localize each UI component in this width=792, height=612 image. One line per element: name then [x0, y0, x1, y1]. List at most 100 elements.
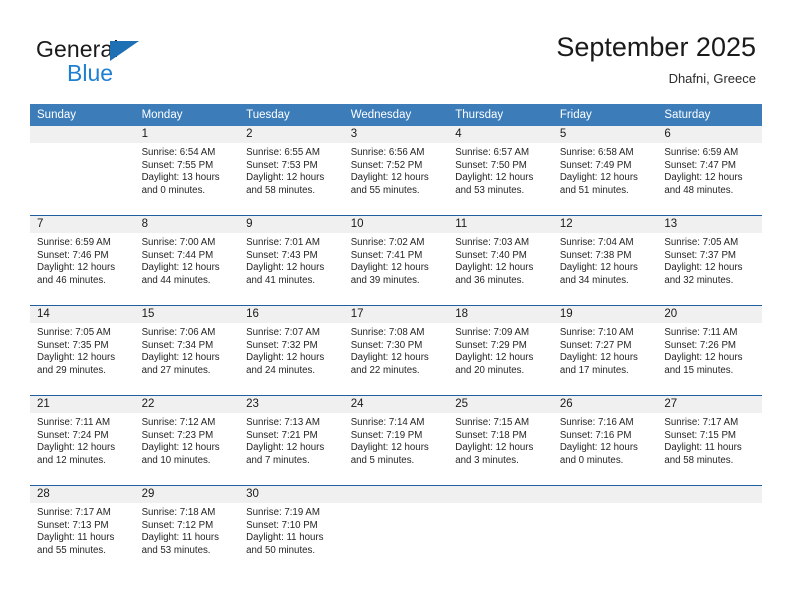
calendar-day-cell[interactable]: 21 Sunrise: 7:11 AM Sunset: 7:24 PM Dayligh… [30, 395, 135, 486]
day-detail-line: Sunrise: 7:14 AM [350, 417, 425, 428]
calendar-day-cell[interactable]: 19 Sunrise: 7:10 AM Sunset: 7:27 PM Dayligh… [552, 305, 658, 396]
day-detail-line: Sunrise: 6:59 AM [37, 237, 111, 248]
day-details: Sunrise: 7:11 AM Sunset: 7:24 PM Daylight:… [30, 413, 135, 467]
day-cell-inner: 8 Sunrise: 7:00 AM Sunset: 7:44 PM Daylight… [134, 216, 240, 305]
day-detail-line: Sunrise: 6:57 AM [455, 147, 530, 158]
day-detail-line: and 7 minutes. [246, 454, 310, 466]
calendar-day-cell[interactable]: 7 Sunrise: 6:59 AM Sunset: 7:46 PM Daylight… [30, 215, 135, 306]
day-detail-line: Sunset: 7:41 PM [350, 249, 423, 261]
day-detail-line: Sunset: 7:27 PM [559, 339, 632, 351]
calendar-week-row: 14 Sunrise: 7:05 AM Sunset: 7:35 PM Dayligh… [30, 305, 762, 396]
day-details: Sunrise: 7:17 AM Sunset: 7:13 PM Daylight:… [30, 503, 135, 557]
day-number: 24 [343, 396, 449, 413]
calendar-day-cell[interactable]: 9 Sunrise: 7:01 AM Sunset: 7:43 PM Daylight… [239, 215, 344, 306]
day-cell-inner: 1 Sunrise: 6:54 AM Sunset: 7:55 PM Daylight… [134, 126, 240, 215]
day-number: 23 [239, 396, 344, 413]
day-detail-line: Daylight: 12 hours [559, 172, 638, 184]
day-details: Sunrise: 6:58 AM Sunset: 7:49 PM Daylight:… [553, 143, 658, 197]
weekday-header-thursday: Thursday [448, 104, 553, 126]
day-detail-line: Sunrise: 6:59 AM [664, 147, 739, 158]
day-details: Sunrise: 6:55 AM Sunset: 7:53 PM Daylight:… [239, 143, 344, 197]
calendar-day-cell[interactable]: 27 Sunrise: 7:17 AM Sunset: 7:15 PM Dayligh… [657, 395, 762, 486]
day-detail-line: Sunrise: 7:15 AM [455, 417, 530, 428]
weekday-header-monday: Monday [134, 104, 240, 126]
day-detail-line: and 39 minutes. [350, 274, 420, 286]
day-detail-line: Sunset: 7:35 PM [37, 339, 109, 351]
day-cell-inner: 30 Sunrise: 7:19 AM Sunset: 7:10 PM Dayligh… [239, 486, 344, 575]
calendar-day-cell[interactable]: 25 Sunrise: 7:15 AM Sunset: 7:18 PM Dayligh… [448, 395, 553, 486]
calendar-empty-cell [552, 485, 658, 576]
day-detail-line: Sunrise: 7:17 AM [37, 507, 111, 518]
calendar-day-cell[interactable]: 8 Sunrise: 7:00 AM Sunset: 7:44 PM Daylight… [134, 215, 240, 306]
day-number: 27 [657, 396, 762, 413]
day-detail-line: Sunset: 7:29 PM [455, 339, 527, 351]
calendar-day-cell[interactable]: 1 Sunrise: 6:54 AM Sunset: 7:55 PM Daylight… [134, 126, 240, 216]
day-detail-line: Sunrise: 7:00 AM [141, 237, 216, 248]
calendar-day-cell[interactable]: 5 Sunrise: 6:58 AM Sunset: 7:49 PM Daylight… [552, 126, 658, 216]
day-detail-line: Daylight: 11 hours [664, 442, 742, 454]
day-details: Sunrise: 7:04 AM Sunset: 7:38 PM Daylight:… [553, 233, 658, 287]
calendar-day-cell[interactable]: 29 Sunrise: 7:18 AM Sunset: 7:12 PM Dayligh… [134, 485, 240, 576]
calendar-day-cell[interactable]: 2 Sunrise: 6:55 AM Sunset: 7:53 PM Daylight… [239, 126, 344, 216]
logo-triangle-icon [110, 41, 139, 61]
day-number: 11 [448, 216, 553, 233]
calendar-day-cell[interactable]: 28 Sunrise: 7:17 AM Sunset: 7:13 PM Dayligh… [30, 485, 135, 576]
calendar-day-cell[interactable]: 14 Sunrise: 7:05 AM Sunset: 7:35 PM Dayligh… [30, 305, 135, 396]
day-details: Sunrise: 7:06 AM Sunset: 7:34 PM Daylight:… [135, 323, 240, 377]
calendar-page: General Blue September 2025 Dhafni, Gree… [0, 0, 792, 612]
calendar-day-cell[interactable]: 30 Sunrise: 7:19 AM Sunset: 7:10 PM Dayligh… [239, 485, 344, 576]
calendar-day-cell[interactable]: 3 Sunrise: 6:56 AM Sunset: 7:52 PM Daylight… [343, 126, 449, 216]
calendar-day-cell[interactable]: 10 Sunrise: 7:02 AM Sunset: 7:41 PM Dayligh… [343, 215, 449, 306]
day-number: 4 [448, 126, 553, 143]
weekday-header-friday: Friday [552, 104, 658, 126]
calendar-day-cell[interactable]: 22 Sunrise: 7:12 AM Sunset: 7:23 PM Dayligh… [134, 395, 240, 486]
day-detail-line: Sunrise: 7:05 AM [37, 327, 111, 338]
calendar-week-row: 1 Sunrise: 6:54 AM Sunset: 7:55 PM Daylight… [30, 126, 762, 216]
title-block: September 2025 Dhafni, Greece [556, 30, 756, 89]
day-detail-line: and 53 minutes. [141, 544, 211, 556]
calendar-day-cell[interactable]: 16 Sunrise: 7:07 AM Sunset: 7:32 PM Dayligh… [239, 305, 344, 396]
calendar-day-cell[interactable]: 26 Sunrise: 7:16 AM Sunset: 7:16 PM Dayligh… [552, 395, 658, 486]
day-cell-inner: 13 Sunrise: 7:05 AM Sunset: 7:37 PM Dayligh… [657, 216, 762, 305]
logo-text-general: General [36, 36, 119, 62]
day-detail-line: Sunrise: 6:54 AM [141, 147, 216, 158]
calendar-day-cell[interactable]: 12 Sunrise: 7:04 AM Sunset: 7:38 PM Dayligh… [552, 215, 658, 306]
calendar-day-cell[interactable]: 23 Sunrise: 7:13 AM Sunset: 7:21 PM Dayligh… [239, 395, 344, 486]
day-cell-inner: 3 Sunrise: 6:56 AM Sunset: 7:52 PM Daylight… [343, 126, 449, 215]
day-number: 25 [448, 396, 553, 413]
day-detail-line: and 44 minutes. [141, 274, 211, 286]
day-details: Sunrise: 6:56 AM Sunset: 7:52 PM Daylight:… [344, 143, 449, 197]
day-details: Sunrise: 7:15 AM Sunset: 7:18 PM Daylight:… [448, 413, 553, 467]
day-details: Sunrise: 7:05 AM Sunset: 7:35 PM Daylight:… [30, 323, 135, 377]
calendar-day-cell[interactable]: 4 Sunrise: 6:57 AM Sunset: 7:50 PM Daylight… [448, 126, 553, 216]
day-detail-line: Sunset: 7:18 PM [455, 429, 527, 441]
general-blue-logo[interactable]: General Blue [36, 36, 236, 88]
calendar-day-cell[interactable]: 6 Sunrise: 6:59 AM Sunset: 7:47 PM Daylight… [657, 126, 762, 216]
day-detail-line: Sunrise: 7:16 AM [559, 417, 634, 428]
day-details: Sunrise: 7:02 AM Sunset: 7:41 PM Daylight:… [344, 233, 449, 287]
day-detail-line: Sunset: 7:46 PM [37, 249, 109, 261]
day-detail-line: Sunrise: 7:11 AM [37, 417, 111, 428]
calendar-body: 1 Sunrise: 6:54 AM Sunset: 7:55 PM Daylight… [30, 126, 762, 576]
calendar-day-cell[interactable]: 18 Sunrise: 7:09 AM Sunset: 7:29 PM Dayligh… [448, 305, 553, 396]
day-detail-line: and 3 minutes. [455, 454, 519, 466]
day-detail-line: Daylight: 12 hours [664, 352, 743, 364]
day-cell-inner: 11 Sunrise: 7:03 AM Sunset: 7:40 PM Dayligh… [448, 216, 553, 305]
calendar-day-cell[interactable]: 20 Sunrise: 7:11 AM Sunset: 7:26 PM Dayligh… [657, 305, 762, 396]
logo-text-blue: Blue [67, 60, 114, 86]
day-detail-line: Daylight: 12 hours [141, 442, 220, 454]
calendar-day-cell[interactable]: 11 Sunrise: 7:03 AM Sunset: 7:40 PM Dayligh… [448, 215, 553, 306]
day-number: 20 [657, 306, 762, 323]
day-number: 14 [30, 306, 135, 323]
calendar-day-cell[interactable]: 15 Sunrise: 7:06 AM Sunset: 7:34 PM Dayligh… [134, 305, 240, 396]
day-detail-line: Sunset: 7:40 PM [455, 249, 527, 261]
calendar-day-cell[interactable]: 17 Sunrise: 7:08 AM Sunset: 7:30 PM Dayligh… [343, 305, 449, 396]
day-detail-line: Daylight: 12 hours [664, 172, 743, 184]
day-details: Sunrise: 7:19 AM Sunset: 7:10 PM Daylight:… [239, 503, 344, 557]
day-detail-line: and 0 minutes. [141, 184, 206, 196]
day-detail-line: Daylight: 12 hours [455, 172, 534, 184]
day-detail-line: and 15 minutes. [664, 364, 734, 376]
day-detail-line: Daylight: 12 hours [246, 352, 325, 364]
calendar-day-cell[interactable]: 13 Sunrise: 7:05 AM Sunset: 7:37 PM Dayligh… [657, 215, 762, 306]
calendar-day-cell[interactable]: 24 Sunrise: 7:14 AM Sunset: 7:19 PM Dayligh… [343, 395, 449, 486]
